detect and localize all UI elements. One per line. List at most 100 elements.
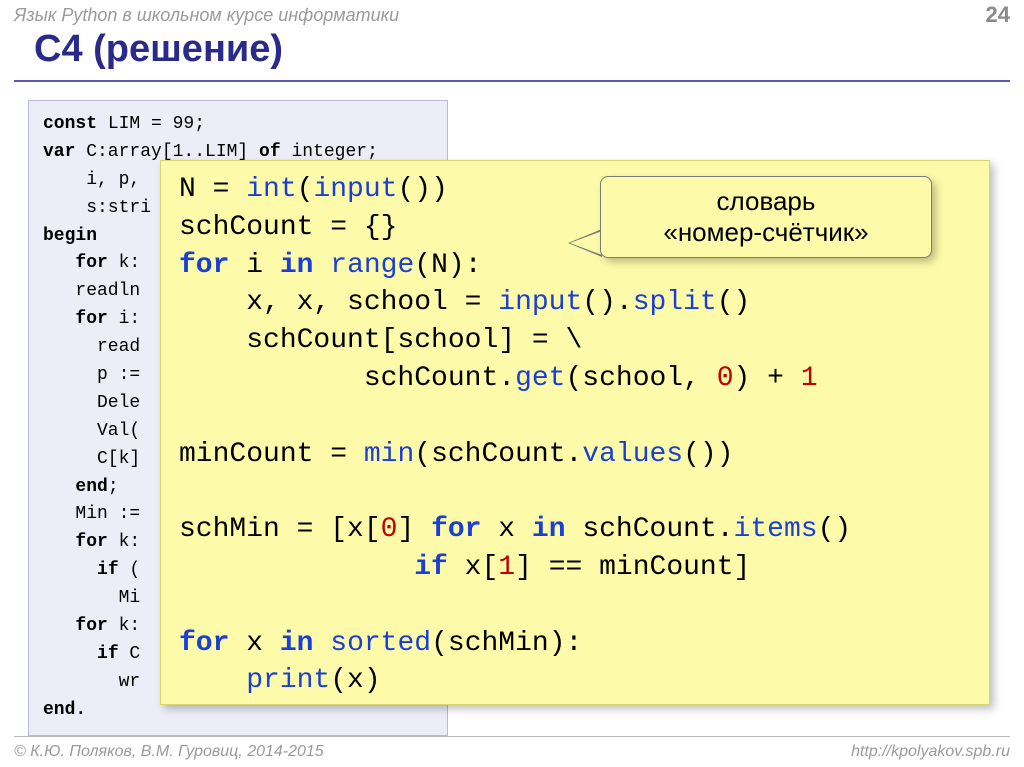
code-text — [43, 477, 75, 497]
code-text: ( — [119, 560, 141, 580]
code-text: (schMin): — [431, 628, 582, 659]
page-number: 24 — [986, 2, 1010, 28]
code-text: integer; — [281, 142, 378, 162]
code-text: ()) — [397, 174, 447, 205]
code-text: (x) — [330, 665, 380, 696]
code-text: end — [75, 477, 107, 497]
code-text: readln — [43, 281, 140, 301]
code-text: 0 — [381, 514, 398, 545]
code-text: k: — [108, 532, 140, 552]
code-text: Min := — [43, 504, 140, 524]
footer-url: http://kpolyakov.spb.ru — [851, 743, 1010, 761]
code-text: schCount = {} — [179, 212, 397, 243]
code-text: (schCount. — [414, 439, 582, 470]
code-text: ; — [108, 477, 119, 497]
code-text: int — [246, 174, 296, 205]
code-text: for — [75, 309, 107, 329]
code-text: C — [119, 644, 141, 664]
code-text: min — [364, 439, 414, 470]
code-text — [43, 616, 75, 636]
code-text: for — [75, 253, 107, 273]
code-text: in — [280, 250, 314, 281]
code-text: of — [259, 142, 281, 162]
callout-line1: словарь — [717, 186, 816, 216]
code-text: range — [330, 250, 414, 281]
code-text: if — [97, 644, 119, 664]
code-text: for — [431, 514, 481, 545]
code-text: i — [229, 250, 279, 281]
code-text: x, x, school = — [179, 287, 498, 318]
code-text: for — [179, 628, 229, 659]
code-text: begin — [43, 226, 97, 246]
code-text: N = — [179, 174, 246, 205]
code-text: x — [481, 514, 531, 545]
code-text: end. — [43, 700, 86, 720]
code-text: 1 — [498, 552, 515, 583]
code-text: ( — [297, 174, 314, 205]
code-text: in — [532, 514, 566, 545]
code-text — [43, 309, 75, 329]
code-text — [43, 532, 75, 552]
footer-copyright: © К.Ю. Поляков, В.М. Гуровиц, 2014-2015 — [14, 743, 324, 761]
code-text: () — [818, 514, 852, 545]
code-text: ()) — [683, 439, 733, 470]
code-text — [43, 644, 97, 664]
code-text: split — [633, 287, 717, 318]
callout-line2: «номер-счётчик» — [663, 217, 868, 247]
slide: Язык Python в школьном курсе информатики… — [0, 0, 1024, 767]
code-text: wr — [43, 672, 140, 692]
title-underline — [14, 80, 1010, 82]
code-text: x — [229, 628, 279, 659]
code-text — [313, 250, 330, 281]
code-text — [179, 552, 414, 583]
code-text: const — [43, 114, 97, 134]
code-text: C:array[1..LIM] — [75, 142, 259, 162]
code-text: (). — [582, 287, 632, 318]
code-text: input — [498, 287, 582, 318]
code-text: s:stri — [43, 198, 151, 218]
footer-divider — [14, 736, 1010, 737]
code-text: LIM = 99; — [97, 114, 205, 134]
code-text — [43, 253, 75, 273]
code-text: print — [246, 665, 330, 696]
code-text: schCount. — [179, 363, 515, 394]
code-text: schMin = [x[ — [179, 514, 381, 545]
code-text — [179, 665, 246, 696]
code-text: Dele — [43, 393, 140, 413]
code-text: items — [734, 514, 818, 545]
code-text: 0 — [717, 363, 734, 394]
code-text: for — [179, 250, 229, 281]
code-text: i, p, — [43, 170, 140, 190]
code-text: 1 — [801, 363, 818, 394]
code-text: if — [97, 560, 119, 580]
callout-bubble: словарь «номер-счётчик» — [600, 176, 932, 258]
code-text: minCount = — [179, 439, 364, 470]
code-text: (school, — [565, 363, 716, 394]
code-text: for — [75, 532, 107, 552]
page-title: C4 (решение) — [34, 28, 283, 71]
code-text: C[k] — [43, 449, 140, 469]
code-text: ] — [397, 514, 431, 545]
code-text: in — [280, 628, 314, 659]
code-text: x[ — [448, 552, 498, 583]
code-text: k: — [108, 616, 140, 636]
code-text — [313, 628, 330, 659]
code-text: ] == minCount] — [515, 552, 750, 583]
code-text: p := — [43, 365, 140, 385]
course-title: Язык Python в школьном курсе информатики — [14, 5, 399, 26]
code-text: (N): — [414, 250, 481, 281]
code-text: sorted — [330, 628, 431, 659]
code-text: Val( — [43, 421, 140, 441]
code-text: () — [717, 287, 751, 318]
callout-text: словарь «номер-счётчик» — [663, 186, 868, 248]
code-text: Mi — [43, 588, 140, 608]
code-text: input — [313, 174, 397, 205]
code-text: get — [515, 363, 565, 394]
code-text: k: — [108, 253, 140, 273]
code-text: var — [43, 142, 75, 162]
code-text: schCount. — [566, 514, 734, 545]
code-text: ) + — [734, 363, 801, 394]
code-text: schCount[school] = \ — [179, 325, 582, 356]
code-text: i: — [108, 309, 140, 329]
code-text: values — [582, 439, 683, 470]
